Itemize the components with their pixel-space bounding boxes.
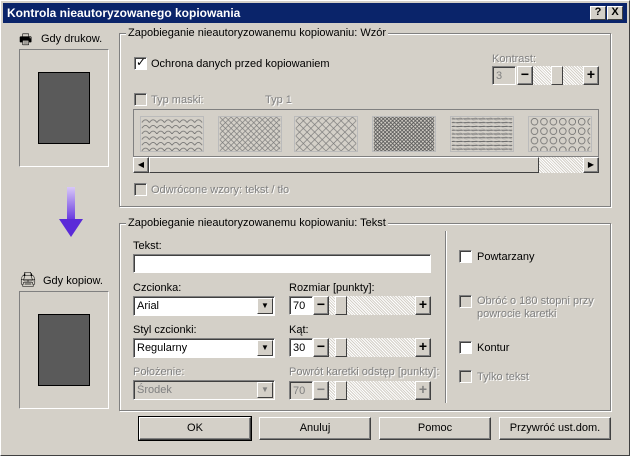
mask-pattern-list[interactable] — [133, 109, 599, 157]
outline-checkbox[interactable] — [459, 341, 472, 354]
text-only-checkbox — [459, 370, 472, 383]
help-title-button[interactable]: ? — [590, 6, 606, 20]
copier-icon: 🖨 — [19, 271, 37, 287]
size-value-field[interactable]: 70 — [289, 296, 313, 315]
angle-label: Kąt: — [289, 324, 309, 336]
scroll-left-button[interactable]: ◀ — [133, 157, 149, 173]
return-slider-thumb — [335, 381, 347, 400]
size-plus-button[interactable]: + — [415, 296, 431, 315]
pattern-scrollbar[interactable]: ◀ ▶ — [133, 157, 599, 173]
print-label: Gdy drukow. — [41, 33, 103, 45]
position-dropdown-icon: ▼ — [257, 382, 273, 398]
outline-label: Kontur — [477, 342, 510, 354]
contrast-minus-button[interactable]: − — [517, 66, 533, 85]
font-dropdown-icon[interactable]: ▼ — [257, 298, 273, 314]
copy-label: Gdy kopiow. — [43, 275, 103, 287]
help-button[interactable]: Pomoc — [379, 417, 491, 440]
print-preview — [19, 49, 109, 167]
font-label: Czcionka: — [133, 282, 182, 294]
style-dropdown-icon[interactable]: ▼ — [257, 340, 273, 356]
mask-pattern-5[interactable] — [450, 116, 514, 152]
contrast-plus-button[interactable]: + — [583, 66, 599, 85]
size-label: Rozmiar [punkty]: — [289, 282, 375, 294]
size-minus-button[interactable]: − — [313, 296, 329, 315]
mask-pattern-2[interactable] — [218, 116, 282, 152]
scroll-thumb[interactable] — [149, 157, 539, 173]
mask-type-label: Typ maski: — [151, 94, 204, 106]
position-select: Środek ▼ — [133, 380, 275, 400]
title-bar: Kontrola nieautoryzowanego kopiowania ? … — [3, 3, 627, 23]
return-plus-button: + — [415, 381, 431, 400]
repeat-checkbox[interactable] — [459, 250, 472, 263]
mask-type-value: Typ 1 — [265, 94, 292, 106]
style-select[interactable]: Regularny ▼ — [133, 338, 275, 358]
rotate-checkbox — [459, 295, 472, 308]
protect-label: Ochrona danych przed kopiowaniem — [151, 58, 330, 70]
contrast-slider-thumb[interactable] — [551, 66, 563, 85]
print-page-preview — [38, 72, 90, 144]
mask-pattern-6[interactable] — [528, 116, 592, 152]
angle-value-field[interactable]: 30 — [289, 338, 313, 357]
reverse-label: Odwrócone wzory: tekst / tło — [151, 184, 290, 196]
down-arrow-icon — [59, 187, 83, 237]
style-label: Styl czcionki: — [133, 324, 197, 336]
angle-plus-button[interactable]: + — [415, 338, 431, 357]
return-label: Powrót karetki odstęp [punkty]: — [289, 366, 440, 378]
reverse-checkbox — [134, 183, 147, 196]
check-icon: ✓ — [136, 55, 147, 69]
text-only-label: Tylko tekst — [477, 371, 529, 383]
dialog-window: Kontrola nieautoryzowanego kopiowania ? … — [0, 0, 630, 456]
return-value-field: 70 — [289, 381, 313, 400]
contrast-label: Kontrast: — [492, 53, 537, 65]
mask-pattern-1[interactable] — [140, 116, 204, 152]
copy-preview — [19, 291, 109, 409]
text-group-divider — [445, 231, 447, 403]
protect-checkbox[interactable]: ✓ — [134, 55, 147, 70]
return-minus-button: − — [313, 381, 329, 400]
angle-minus-button[interactable]: − — [313, 338, 329, 357]
mask-type-checkbox — [134, 93, 147, 106]
repeat-label: Powtarzany — [477, 251, 535, 263]
angle-slider-thumb[interactable] — [335, 338, 347, 357]
mask-pattern-4[interactable] — [372, 116, 436, 152]
rotate-label: Obróć o 180 stopni przy powrocie karetki — [477, 295, 594, 320]
window-title: Kontrola nieautoryzowanego kopiowania — [7, 6, 241, 20]
close-title-button[interactable]: X — [607, 6, 623, 20]
copy-page-preview — [38, 314, 90, 386]
contrast-value-field: 3 — [492, 66, 516, 85]
font-select[interactable]: Arial ▼ — [133, 296, 275, 316]
cancel-button[interactable]: Anuluj — [259, 417, 371, 440]
text-group-title: Zapobieganie nieautoryzowanemu kopiowani… — [126, 217, 388, 229]
mask-pattern-3[interactable] — [294, 116, 358, 152]
text-input[interactable] — [133, 254, 431, 273]
pattern-group-title: Zapobieganie nieautoryzowanemu kopiowani… — [126, 27, 389, 39]
restore-defaults-button[interactable]: Przywróć ust.dom. — [499, 417, 611, 440]
position-select-value: Środek — [137, 384, 172, 396]
position-label: Położenie: — [133, 366, 185, 378]
text-label: Tekst: — [133, 240, 162, 252]
ok-button[interactable]: OK — [138, 416, 252, 441]
style-select-value: Regularny — [137, 342, 188, 354]
scroll-right-button[interactable]: ▶ — [583, 157, 599, 173]
size-slider-thumb[interactable] — [335, 296, 347, 315]
font-select-value: Arial — [137, 300, 160, 312]
